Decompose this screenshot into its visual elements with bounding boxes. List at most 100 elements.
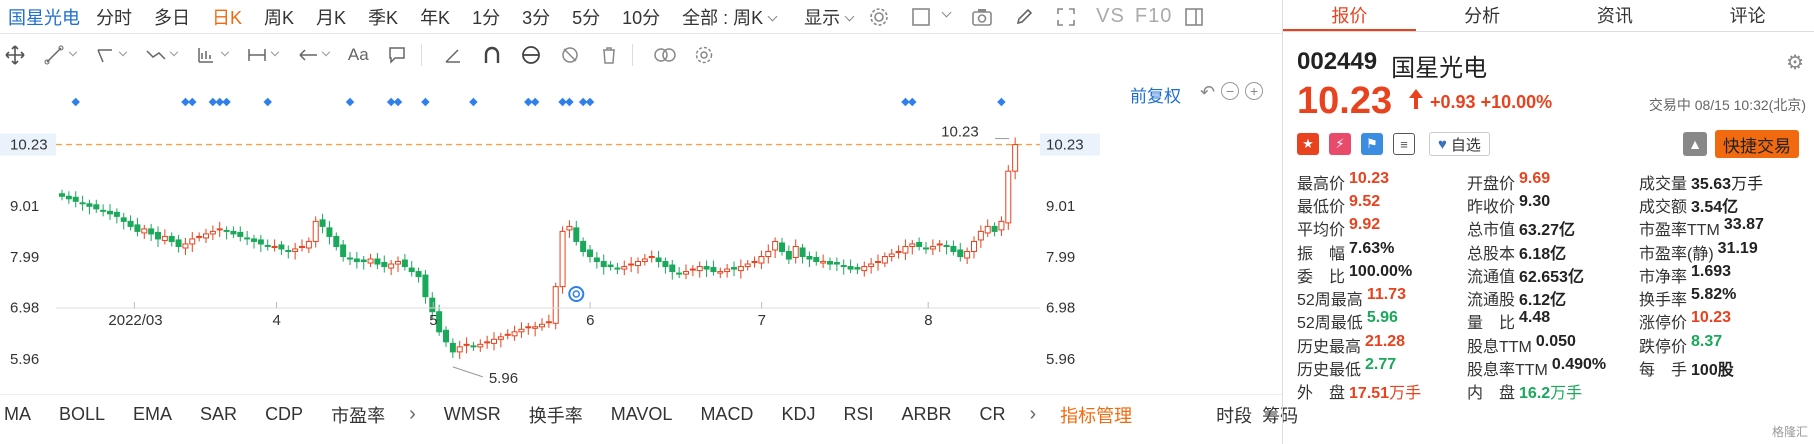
period-tab-quarterly[interactable]: 季K bbox=[368, 4, 398, 30]
lock-drawing-icon[interactable] bbox=[519, 43, 542, 67]
chevron-down-icon bbox=[767, 11, 778, 21]
stats-row: 最低价 9.52 昨收价 9.30 成交额 3.54亿 bbox=[1297, 193, 1809, 216]
indicator-ema[interactable]: EMA bbox=[133, 404, 172, 425]
stat-value: 7.63% bbox=[1349, 239, 1395, 257]
compare-button[interactable]: VS bbox=[1096, 5, 1125, 28]
period-tab-multiday[interactable]: 多日 bbox=[154, 4, 190, 30]
indicator-manager-button[interactable]: 指标管理 bbox=[1060, 402, 1132, 428]
stat-unit: 万手 bbox=[1550, 385, 1583, 403]
symbol-link[interactable]: 国星光电 bbox=[8, 4, 80, 30]
stat-value: 11.73 bbox=[1366, 286, 1406, 304]
period-tab-1min[interactable]: 1分 bbox=[472, 4, 500, 30]
line-tool-icon[interactable] bbox=[43, 43, 66, 67]
drawing-settings-icon[interactable] bbox=[693, 43, 716, 67]
indicator-kdj[interactable]: KDJ bbox=[781, 404, 815, 425]
angle-tool-icon[interactable] bbox=[442, 43, 465, 67]
stat-cell: 52周最高 11.73 bbox=[1297, 286, 1467, 310]
y-axis-label: 5.96 bbox=[1046, 351, 1075, 368]
range-select[interactable]: 全部 : 周K bbox=[682, 4, 778, 30]
candle-body bbox=[964, 250, 971, 259]
text-tool-icon[interactable]: Aa bbox=[347, 43, 370, 67]
indicator-macd[interactable]: MACD bbox=[700, 404, 753, 425]
stat-cell: 市净率 1.693 bbox=[1639, 263, 1809, 287]
range-select-value: 全部 : 周K bbox=[682, 7, 764, 28]
sidebar-toggle-icon[interactable] bbox=[1182, 5, 1206, 29]
indicator-mavol[interactable]: MAVOL bbox=[611, 404, 673, 425]
chevron-down-icon[interactable] bbox=[68, 47, 77, 57]
time-segment-toggle[interactable]: 时段 bbox=[1216, 402, 1252, 428]
tab-quote[interactable]: 报价 bbox=[1283, 0, 1416, 31]
chevron-down-icon[interactable] bbox=[119, 47, 128, 57]
period-tab-3min[interactable]: 3分 bbox=[522, 4, 550, 30]
comment-tool-icon[interactable] bbox=[386, 43, 409, 67]
chevron-down-icon[interactable] bbox=[220, 47, 229, 57]
camera-icon[interactable] bbox=[970, 5, 994, 29]
tab-news[interactable]: 资讯 bbox=[1549, 0, 1682, 31]
fibonacci-tool-icon[interactable] bbox=[195, 43, 218, 67]
indicator-pe[interactable]: 市盈率 bbox=[331, 402, 385, 428]
trash-icon[interactable] bbox=[597, 43, 620, 67]
stats-row: 历史最高 21.28 股息TTM 0.050 跌停价 8.37 bbox=[1297, 333, 1809, 356]
period-tab-5min[interactable]: 5分 bbox=[572, 4, 600, 30]
chevron-down-icon[interactable] bbox=[321, 47, 331, 57]
period-tab-daily[interactable]: 日K bbox=[212, 4, 242, 30]
chevron-down-icon[interactable] bbox=[169, 47, 179, 57]
magnet-icon[interactable] bbox=[480, 43, 503, 67]
stats-table: 最高价 10.23 开盘价 9.69 成交量 35.63万手 最低价 9.52 昨收价 9.30 成… bbox=[1297, 170, 1809, 403]
candle-body bbox=[148, 228, 155, 235]
indicator-cr[interactable]: CR bbox=[979, 404, 1005, 425]
indicator-rsi[interactable]: RSI bbox=[843, 404, 873, 425]
chevron-down-icon[interactable] bbox=[271, 47, 280, 57]
tag-icon[interactable]: ⚑ bbox=[1361, 133, 1383, 155]
period-tab-weekly[interactable]: 周K bbox=[264, 4, 294, 30]
indicator-sar[interactable]: SAR bbox=[200, 404, 237, 425]
range-measure-icon[interactable] bbox=[246, 43, 269, 67]
f10-button[interactable]: F10 bbox=[1135, 5, 1172, 28]
candle-body bbox=[456, 346, 463, 353]
period-tab-yearly[interactable]: 年K bbox=[420, 4, 450, 30]
settings-gear-icon[interactable] bbox=[867, 5, 891, 29]
arrow-tool-icon[interactable] bbox=[296, 43, 319, 67]
stat-value: 10.23 bbox=[1691, 309, 1732, 327]
tab-comments[interactable]: 评论 bbox=[1681, 0, 1814, 31]
channel-tool-icon[interactable] bbox=[94, 43, 117, 67]
indicator-boll[interactable]: BOLL bbox=[59, 404, 105, 425]
candle-body bbox=[710, 267, 717, 273]
notes-icon[interactable]: ≡ bbox=[1393, 133, 1415, 155]
stat-label: 历史最高 bbox=[1297, 338, 1362, 356]
candle-body bbox=[580, 240, 587, 252]
panel-settings-icon[interactable]: ⚙ bbox=[1786, 50, 1804, 75]
margin-trading-icon[interactable]: ⚡ bbox=[1329, 133, 1351, 155]
indicator-turnover[interactable]: 换手率 bbox=[529, 402, 583, 428]
link-icon[interactable] bbox=[653, 43, 677, 67]
candle-body bbox=[155, 231, 161, 240]
quick-trade-button[interactable]: 快捷交易 bbox=[1715, 130, 1799, 158]
candle-body bbox=[573, 227, 580, 242]
kline-chart[interactable]: 10.23 10.23 9.01 9.01 7.99 7.99 6.98 6.98 5.96 5.… bbox=[0, 96, 1282, 392]
bell-icon[interactable]: ▲ bbox=[1683, 132, 1707, 156]
candle-body bbox=[367, 258, 374, 264]
indicator-ma[interactable]: MA bbox=[4, 404, 31, 425]
chevron-right-icon[interactable]: › bbox=[409, 403, 416, 426]
period-tab-10min[interactable]: 10分 bbox=[622, 4, 660, 30]
chevron-down-icon[interactable] bbox=[941, 7, 952, 18]
add-watchlist-button[interactable]: ♥ 自选 bbox=[1429, 132, 1490, 156]
candle-body bbox=[552, 286, 559, 324]
indicator-cdp[interactable]: CDP bbox=[265, 404, 303, 425]
hide-drawing-icon[interactable] bbox=[558, 43, 581, 67]
indicator-wmsr[interactable]: WMSR bbox=[444, 404, 501, 425]
overlay-square-icon[interactable] bbox=[909, 5, 933, 29]
polyline-tool-icon[interactable] bbox=[144, 43, 167, 67]
pencil-icon[interactable] bbox=[1012, 5, 1036, 29]
period-tab-monthly[interactable]: 月K bbox=[316, 4, 346, 30]
display-menu[interactable]: 显示 bbox=[804, 4, 855, 30]
stat-label: 52周最高 bbox=[1297, 292, 1363, 310]
candle-body bbox=[182, 243, 189, 249]
indicator-arbr[interactable]: ARBR bbox=[901, 404, 951, 425]
tab-analysis[interactable]: 分析 bbox=[1416, 0, 1549, 31]
move-cross-icon[interactable] bbox=[4, 43, 27, 67]
stock-code: 002449 bbox=[1297, 48, 1378, 75]
chevron-right-icon[interactable]: › bbox=[1029, 403, 1036, 426]
period-tab-intraday[interactable]: 分时 bbox=[96, 4, 132, 30]
fullscreen-icon[interactable] bbox=[1054, 5, 1078, 29]
